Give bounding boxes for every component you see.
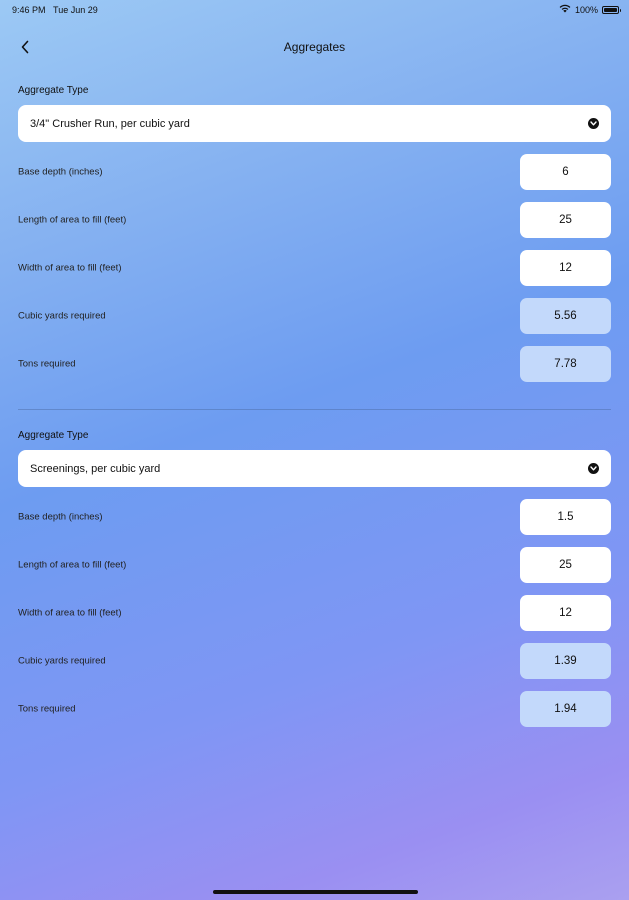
base-depth-input[interactable]: 1.5: [520, 499, 611, 535]
cubic-yards-row: Cubic yards required 1.39: [18, 643, 611, 679]
length-label: Length of area to fill (feet): [18, 214, 127, 226]
battery-icon: [602, 5, 621, 14]
aggregate-type-value: Screenings, per cubic yard: [30, 462, 161, 475]
length-label: Length of area to fill (feet): [18, 559, 127, 571]
width-label: Width of area to fill (feet): [18, 607, 122, 619]
status-bar: 9:46 PM Tue Jun 29 100%: [0, 0, 629, 20]
base-depth-label: Base depth (inches): [18, 511, 103, 523]
length-input[interactable]: 25: [520, 202, 611, 238]
chevron-down-icon: [588, 118, 599, 129]
status-time: 9:46 PM: [12, 5, 46, 15]
base-depth-input[interactable]: 6: [520, 154, 611, 190]
tons-value: 7.78: [520, 346, 611, 382]
tons-label: Tons required: [18, 703, 76, 715]
width-input[interactable]: 12: [520, 250, 611, 286]
aggregate-type-value: 3/4" Crusher Run, per cubic yard: [30, 117, 190, 130]
length-row: Length of area to fill (feet) 25: [18, 202, 611, 238]
width-input[interactable]: 12: [520, 595, 611, 631]
width-row: Width of area to fill (feet) 12: [18, 250, 611, 286]
aggregate-type-dropdown[interactable]: Screenings, per cubic yard: [18, 450, 611, 487]
aggregate-type-label: Aggregate Type: [18, 85, 89, 96]
base-depth-label: Base depth (inches): [18, 166, 103, 178]
chevron-down-icon: [588, 463, 599, 474]
cubic-yards-value: 1.39: [520, 643, 611, 679]
length-row: Length of area to fill (feet) 25: [18, 547, 611, 583]
cubic-yards-value: 5.56: [520, 298, 611, 334]
page-title: Aggregates: [283, 40, 346, 54]
aggregate-type-dropdown[interactable]: 3/4" Crusher Run, per cubic yard: [18, 105, 611, 142]
aggregate-type-label: Aggregate Type: [18, 430, 89, 441]
cubic-yards-label: Cubic yards required: [18, 655, 106, 667]
width-label: Width of area to fill (feet): [18, 262, 122, 274]
tons-value: 1.94: [520, 691, 611, 727]
base-depth-row: Base depth (inches) 1.5: [18, 499, 611, 535]
tons-row: Tons required 1.94: [18, 691, 611, 727]
status-time-date: 9:46 PM Tue Jun 29: [12, 5, 98, 15]
tons-row: Tons required 7.78: [18, 346, 611, 382]
cubic-yards-label: Cubic yards required: [18, 310, 106, 322]
wifi-icon: [559, 4, 571, 15]
tons-label: Tons required: [18, 358, 76, 370]
nav-bar: Aggregates: [0, 30, 629, 64]
aggregate-section-2: Aggregate Type Screenings, per cubic yar…: [18, 430, 611, 727]
aggregate-section-1: Aggregate Type 3/4" Crusher Run, per cub…: [18, 85, 611, 382]
cubic-yards-row: Cubic yards required 5.56: [18, 298, 611, 334]
base-depth-row: Base depth (inches) 6: [18, 154, 611, 190]
status-indicators: 100%: [559, 4, 621, 15]
battery-percent: 100%: [574, 4, 598, 15]
status-date: Tue Jun 29: [53, 5, 98, 15]
section-divider: [18, 409, 611, 410]
home-indicator[interactable]: [213, 890, 418, 894]
length-input[interactable]: 25: [520, 547, 611, 583]
width-row: Width of area to fill (feet) 12: [18, 595, 611, 631]
